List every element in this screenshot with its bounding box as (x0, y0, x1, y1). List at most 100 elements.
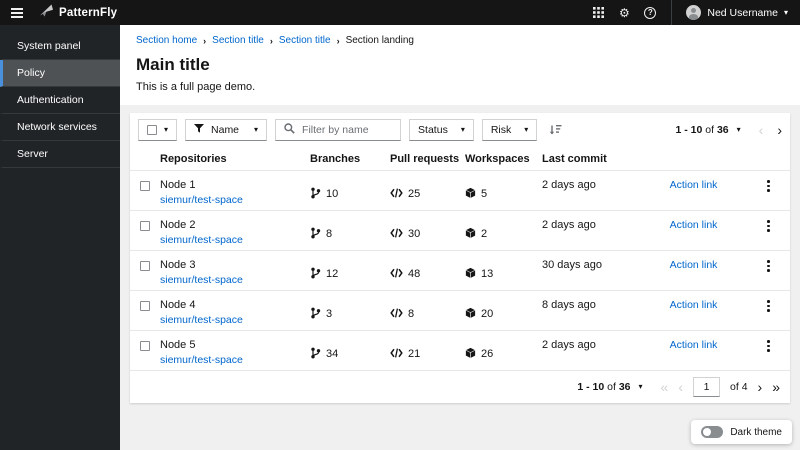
row-checkbox[interactable] (140, 301, 150, 311)
kebab-menu-icon[interactable] (761, 259, 776, 290)
pull-requests-cell: 30 (390, 219, 465, 250)
chevron-down-icon: ▾ (164, 125, 169, 134)
user-name: Ned Username (707, 6, 778, 19)
branches-cell: 3 (310, 299, 390, 330)
pagination-menu-toggle-icon[interactable]: ▾ (639, 383, 643, 391)
row-checkbox-cell (130, 259, 160, 290)
help-icon[interactable]: ? (637, 0, 663, 25)
column-header-branches[interactable]: Branches (310, 153, 390, 165)
repository-name: Node 5 (160, 339, 196, 351)
bulk-select-checkbox[interactable] (147, 125, 157, 135)
pagination-menu-toggle-icon[interactable]: ▾ (737, 126, 741, 134)
avatar (686, 5, 702, 20)
last-commit-cell: 2 days ago (542, 179, 596, 191)
kebab-menu-icon[interactable] (761, 299, 776, 330)
risk-filter-label: Risk (490, 124, 512, 136)
code-branch-icon (310, 347, 321, 363)
status-filter-label: Status (418, 124, 448, 136)
row-checkbox[interactable] (140, 261, 150, 271)
repository-link[interactable]: siemur/test-space (160, 234, 243, 247)
current-page-input[interactable] (693, 377, 721, 397)
name-filter-dropdown[interactable]: Name ▾ (185, 119, 268, 141)
masthead: PatternFly ⚙ ? Ned Username ▾ (0, 0, 800, 25)
row-checkbox[interactable] (140, 181, 150, 191)
kebab-menu-icon[interactable] (761, 219, 776, 250)
column-header-pull-requests[interactable]: Pull requests (390, 153, 465, 165)
repository-link[interactable]: siemur/test-space (160, 194, 243, 207)
kebab-menu-icon[interactable] (761, 339, 776, 370)
table-row: Node 2 siemur/test-space 8 30 2 2 days a… (130, 210, 790, 250)
breadcrumb-link[interactable]: Section home (136, 35, 197, 46)
column-header-last-commit[interactable]: Last commit (542, 153, 640, 165)
chevron-down-icon: ▾ (524, 125, 529, 134)
next-page-icon[interactable]: › (777, 123, 782, 137)
workspaces-count: 13 (481, 268, 494, 280)
column-header-workspaces[interactable]: Workspaces (465, 153, 542, 165)
prev-page-icon[interactable]: ‹ (678, 380, 683, 394)
cube-icon (465, 186, 476, 203)
branches-count: 34 (326, 348, 339, 360)
prev-page-icon[interactable]: ‹ (759, 123, 764, 137)
app-launcher-icon[interactable] (585, 0, 611, 25)
sidebar-item-authentication[interactable]: Authentication (0, 87, 120, 114)
sort-icon[interactable] (545, 124, 566, 136)
repository-cell: Node 3 siemur/test-space (160, 259, 310, 290)
branches-cell: 34 (310, 339, 390, 370)
repository-cell: Node 2 siemur/test-space (160, 219, 310, 250)
sidebar-item-system-panel[interactable]: System panel (0, 33, 120, 60)
column-header-repositories[interactable]: Repositories (160, 153, 310, 165)
action-cell: Action link (640, 299, 747, 330)
action-link[interactable]: Action link (670, 219, 718, 231)
action-link[interactable]: Action link (670, 259, 718, 271)
first-page-icon[interactable]: « (661, 380, 669, 394)
breadcrumb-current: Section landing (345, 35, 414, 46)
last-page-icon[interactable]: » (772, 380, 780, 394)
status-filter-dropdown[interactable]: Status ▾ (409, 119, 474, 141)
workspaces-cell: 26 (465, 339, 542, 370)
pull-requests-count: 8 (408, 308, 415, 320)
search-filter[interactable] (275, 119, 402, 141)
pagination-of-label: of (607, 381, 616, 393)
row-checkbox-cell (130, 299, 160, 330)
action-link[interactable]: Action link (670, 299, 718, 311)
sidebar-item-policy[interactable]: Policy (0, 60, 120, 87)
pull-requests-count: 30 (408, 228, 421, 240)
sidebar-item-network-services[interactable]: Network services (0, 114, 120, 141)
nav-toggle-button[interactable] (2, 0, 32, 25)
risk-filter-dropdown[interactable]: Risk ▾ (481, 119, 538, 141)
cube-icon (465, 306, 476, 323)
repository-link[interactable]: siemur/test-space (160, 354, 243, 367)
kebab-cell (747, 219, 790, 250)
next-page-icon[interactable]: › (758, 380, 763, 394)
breadcrumb-link[interactable]: Section title (279, 35, 331, 46)
repository-link[interactable]: siemur/test-space (160, 274, 243, 287)
table-body: Node 1 siemur/test-space 10 25 5 2 days … (130, 170, 790, 370)
row-checkbox[interactable] (140, 341, 150, 351)
pull-requests-cell: 21 (390, 339, 465, 370)
action-link[interactable]: Action link (670, 179, 718, 191)
workspaces-cell: 13 (465, 259, 542, 290)
angle-right-icon: › (203, 35, 207, 46)
kebab-menu-icon[interactable] (761, 179, 776, 210)
sidebar-item-server[interactable]: Server (0, 141, 120, 168)
settings-gear-icon[interactable]: ⚙ (611, 0, 637, 25)
cube-icon (465, 226, 476, 243)
action-link[interactable]: Action link (670, 339, 718, 351)
table-row: Node 3 siemur/test-space 12 48 13 30 day… (130, 250, 790, 290)
row-checkbox[interactable] (140, 221, 150, 231)
row-checkbox-cell (130, 219, 160, 250)
repository-link[interactable]: siemur/test-space (160, 314, 243, 327)
pull-requests-cell: 25 (390, 179, 465, 210)
table-row: Node 1 siemur/test-space 10 25 5 2 days … (130, 170, 790, 210)
dark-theme-switch[interactable] (701, 426, 724, 438)
pull-requests-count: 25 (408, 188, 421, 200)
toolbar: ▾ Name ▾ Status ▾ Risk ▾ (130, 113, 790, 147)
repository-name: Node 1 (160, 179, 196, 191)
bulk-select-dropdown[interactable]: ▾ (138, 119, 178, 141)
search-input[interactable] (302, 124, 393, 136)
breadcrumb-link[interactable]: Section title (212, 35, 264, 46)
user-menu[interactable]: Ned Username ▾ (671, 0, 800, 25)
pagination-top: 1 - 10 of 36 ▾ ‹ › (675, 123, 782, 137)
action-cell: Action link (640, 219, 747, 250)
patternfly-logo-icon (38, 3, 54, 23)
